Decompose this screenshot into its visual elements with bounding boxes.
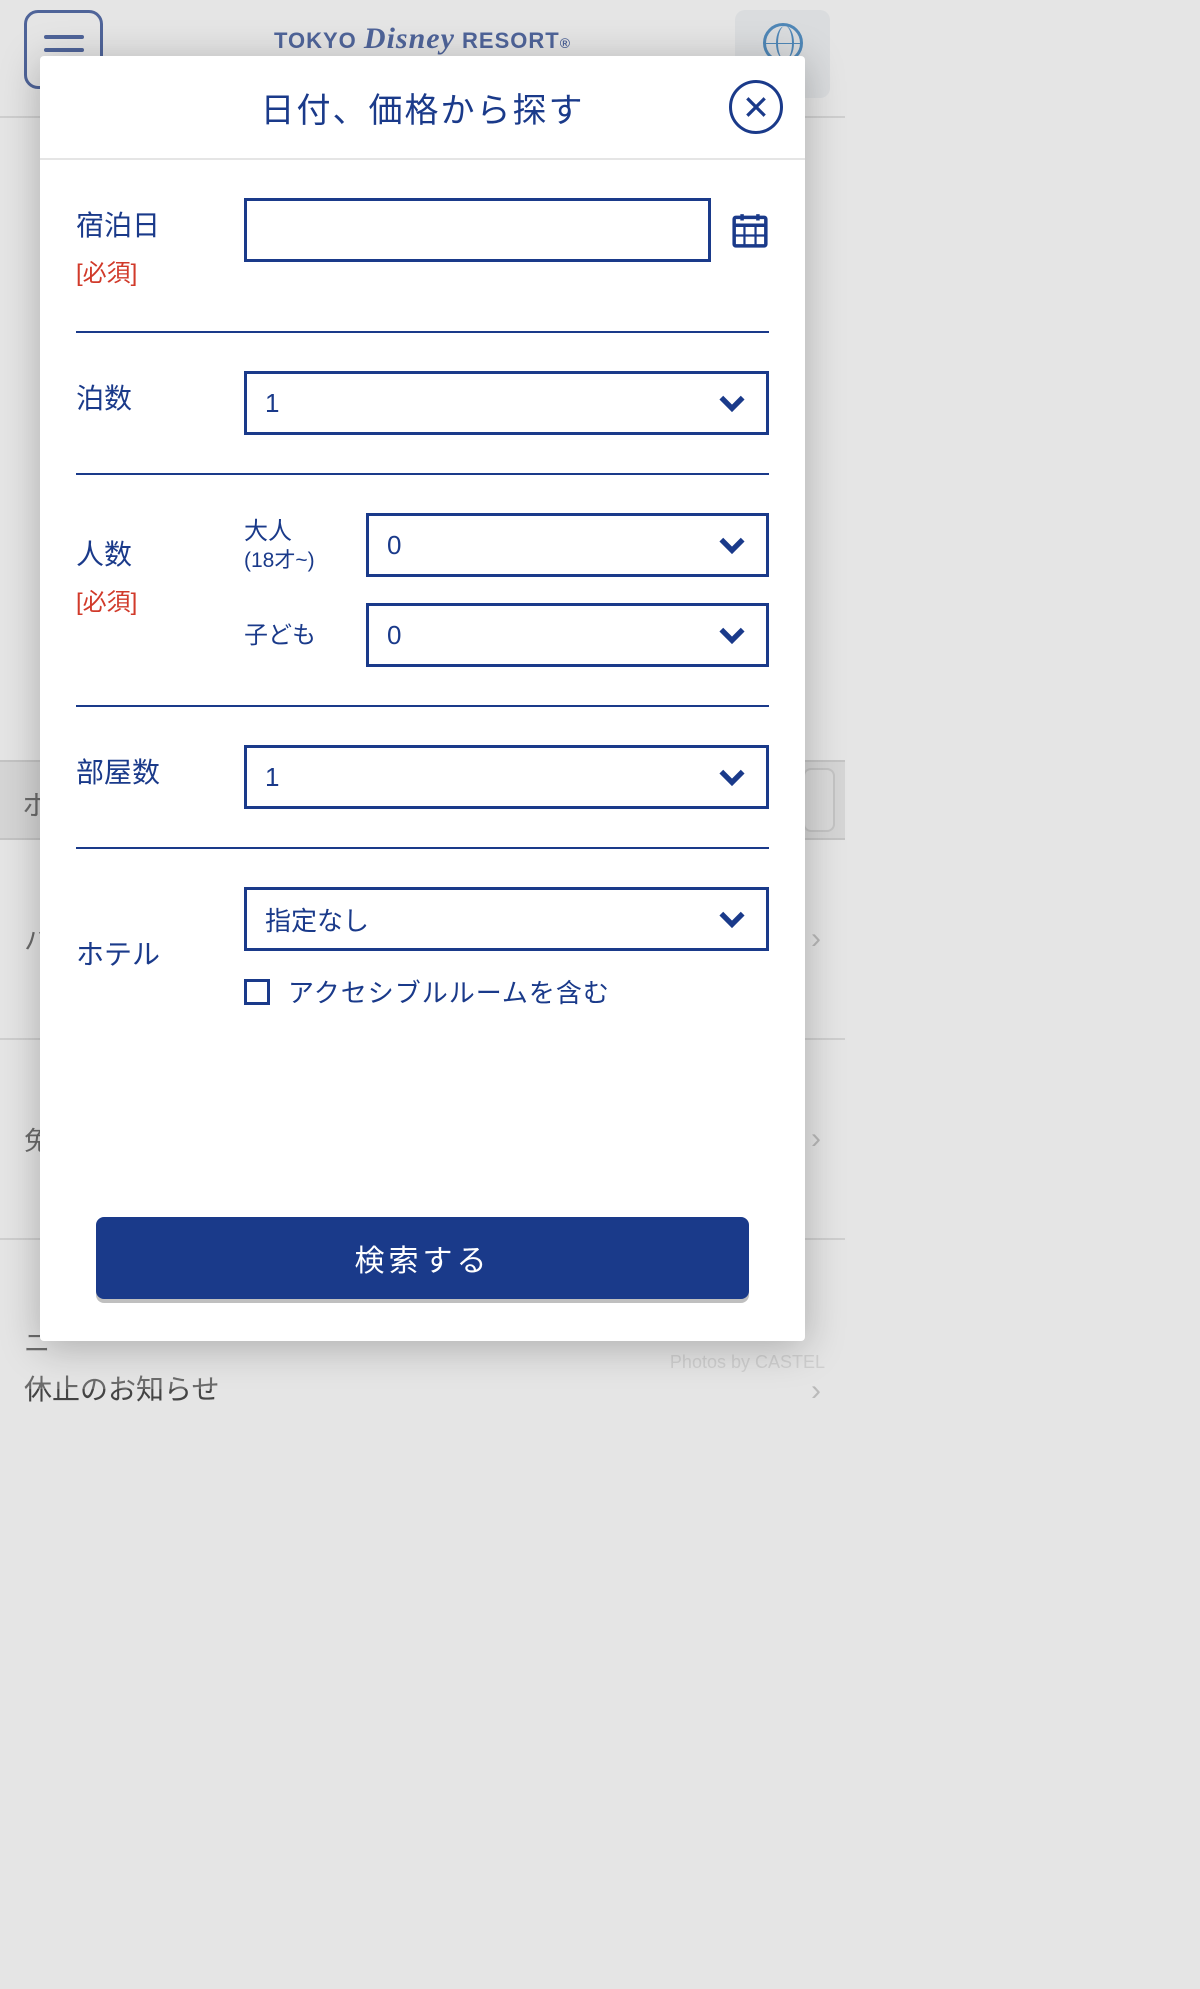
rooms-value: 1	[265, 762, 279, 793]
adult-count-value: 0	[387, 530, 401, 561]
child-count-select[interactable]: 0	[366, 603, 769, 667]
child-label: 子ども	[244, 620, 356, 651]
section-stay-date: 宿泊日 [必須]	[76, 160, 769, 333]
label-text: 部屋数	[76, 757, 160, 788]
adult-count-select[interactable]: 0	[366, 513, 769, 577]
label-text: 泊数	[76, 383, 132, 414]
hotel-select[interactable]: 指定なし	[244, 887, 769, 951]
accessible-checkbox[interactable]: アクセシブルルームを含む	[244, 973, 769, 1010]
nights-value: 1	[265, 388, 279, 419]
child-count-value: 0	[387, 620, 401, 651]
section-people: 人数 [必須] 大人 (18才~) 0 子ども 0	[76, 475, 769, 707]
chevron-down-icon	[716, 761, 748, 793]
close-button[interactable]	[729, 80, 783, 134]
rooms-select[interactable]: 1	[244, 745, 769, 809]
accessible-checkbox-label: アクセシブルルームを含む	[288, 973, 610, 1010]
nights-select[interactable]: 1	[244, 371, 769, 435]
section-rooms: 部屋数 1	[76, 707, 769, 849]
hotel-value: 指定なし	[265, 901, 369, 938]
section-hotel: ホテル 指定なし アクセシブルルームを含む	[76, 849, 769, 1048]
field-label: 泊数	[76, 371, 226, 422]
label-text: 宿泊日	[76, 210, 160, 241]
required-badge: [必須]	[76, 255, 226, 293]
close-icon	[743, 94, 769, 120]
field-label: 宿泊日 [必須]	[76, 198, 226, 293]
modal-header: 日付、価格から探す	[40, 56, 805, 160]
field-label: 部屋数	[76, 745, 226, 796]
field-label: ホテル	[76, 887, 226, 978]
modal-title: 日付、価格から探す	[261, 83, 585, 132]
required-badge: [必須]	[76, 584, 226, 622]
section-nights: 泊数 1	[76, 333, 769, 475]
stay-date-input[interactable]	[244, 198, 711, 262]
modal-body: 宿泊日 [必須] 泊数 1	[40, 160, 805, 1189]
chevron-down-icon	[716, 387, 748, 419]
search-button-label: 検索する	[355, 1245, 491, 1278]
chevron-down-icon	[716, 529, 748, 561]
calendar-icon[interactable]	[731, 211, 769, 249]
search-modal: 日付、価格から探す 宿泊日 [必須]	[40, 56, 805, 1341]
adult-label: 大人 (18才~)	[244, 516, 356, 574]
label-text: 人数	[76, 539, 132, 570]
chevron-down-icon	[716, 619, 748, 651]
checkbox-icon	[244, 979, 270, 1005]
label-text: ホテル	[76, 939, 160, 970]
chevron-down-icon	[716, 903, 748, 935]
field-label: 人数 [必須]	[76, 513, 226, 622]
search-button[interactable]: 検索する	[96, 1217, 749, 1299]
modal-footer: 検索する	[40, 1189, 805, 1341]
